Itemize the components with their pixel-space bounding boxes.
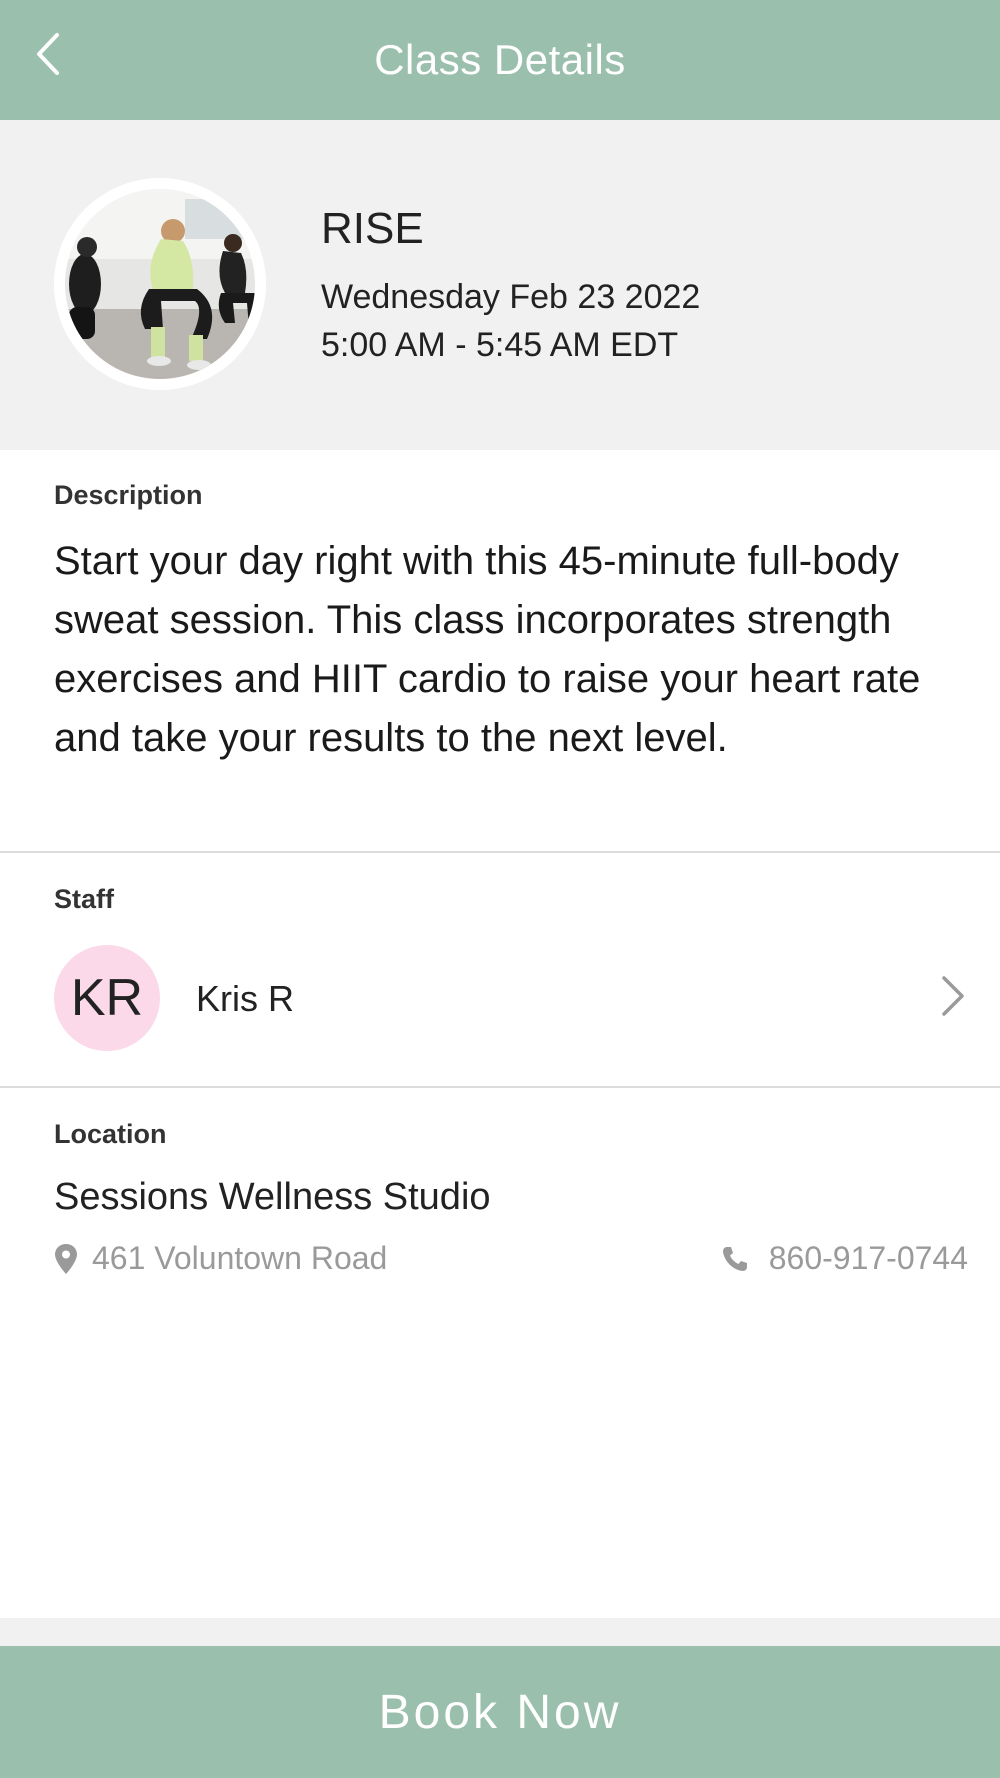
location-name: Sessions Wellness Studio — [54, 1176, 491, 1218]
class-date: Wednesday Feb 23 2022 — [321, 278, 701, 316]
description-text: Start your day right with this 45-minute… — [54, 539, 921, 760]
location-label: Location — [54, 1119, 167, 1149]
class-photo — [54, 178, 266, 390]
chevron-left-icon — [37, 33, 59, 75]
book-now-button[interactable]: Book Now — [0, 1646, 1000, 1778]
address-text: 461 Voluntown Road — [92, 1240, 388, 1276]
staff-row[interactable]: KR Kris R — [0, 936, 1000, 1062]
description-label: Description — [54, 480, 203, 510]
page-title: Class Details — [374, 36, 626, 83]
staff-label: Staff — [54, 884, 114, 914]
divider — [0, 851, 1000, 853]
phone-text: 860-917-0744 — [768, 1240, 968, 1276]
phone-link[interactable]: 860-917-0744 — [721, 1240, 968, 1277]
class-time: 5:00 AM - 5:45 AM EDT — [321, 326, 679, 364]
divider — [0, 1086, 1000, 1088]
map-pin-icon — [55, 1243, 77, 1274]
chevron-right-icon — [942, 976, 964, 1016]
address-link[interactable]: 461 Voluntown Road — [54, 1240, 387, 1277]
footer-strip — [0, 1618, 1000, 1646]
class-name: RISE — [321, 204, 424, 253]
staff-name: Kris R — [196, 978, 294, 1019]
avatar: KR — [54, 945, 160, 1051]
back-button[interactable] — [24, 26, 72, 82]
app-header: Class Details — [0, 0, 1000, 120]
class-summary: RISE Wednesday Feb 23 2022 5:00 AM - 5:4… — [0, 120, 1000, 450]
phone-icon — [722, 1246, 747, 1271]
